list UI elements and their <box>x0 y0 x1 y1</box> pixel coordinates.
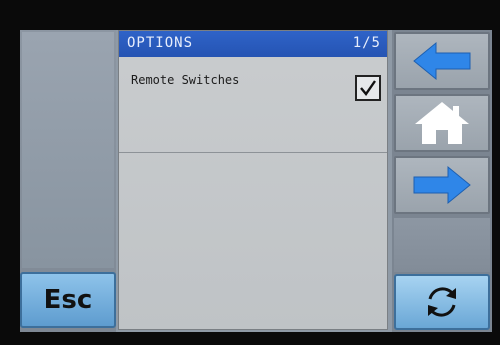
refresh-button[interactable] <box>394 274 490 330</box>
option-label: Remote Switches <box>131 73 240 87</box>
touch-screen: Esc OPTIONS 1/5 Remote Switches <box>20 30 492 332</box>
back-button[interactable] <box>394 32 490 90</box>
remote-switches-checkbox[interactable] <box>355 75 381 101</box>
next-button[interactable] <box>394 156 490 214</box>
home-icon <box>415 102 469 144</box>
right-arrow-icon <box>413 165 471 205</box>
page-indicator: 1/5 <box>352 35 381 51</box>
options-panel: OPTIONS 1/5 Remote Switches <box>118 30 388 330</box>
page-title: OPTIONS <box>127 35 194 51</box>
checkmark-icon <box>360 80 376 96</box>
right-column <box>392 30 492 332</box>
left-arrow-icon <box>413 41 471 81</box>
home-button[interactable] <box>394 94 490 152</box>
option-row-remote-switches[interactable]: Remote Switches <box>119 57 387 153</box>
esc-button-label: Esc <box>43 285 93 315</box>
title-bar: OPTIONS 1/5 <box>119 31 387 57</box>
right-blank-area <box>394 218 490 272</box>
refresh-icon <box>428 287 456 317</box>
left-blank-area <box>22 32 114 268</box>
left-column: Esc <box>20 30 116 332</box>
esc-button[interactable]: Esc <box>20 272 116 328</box>
